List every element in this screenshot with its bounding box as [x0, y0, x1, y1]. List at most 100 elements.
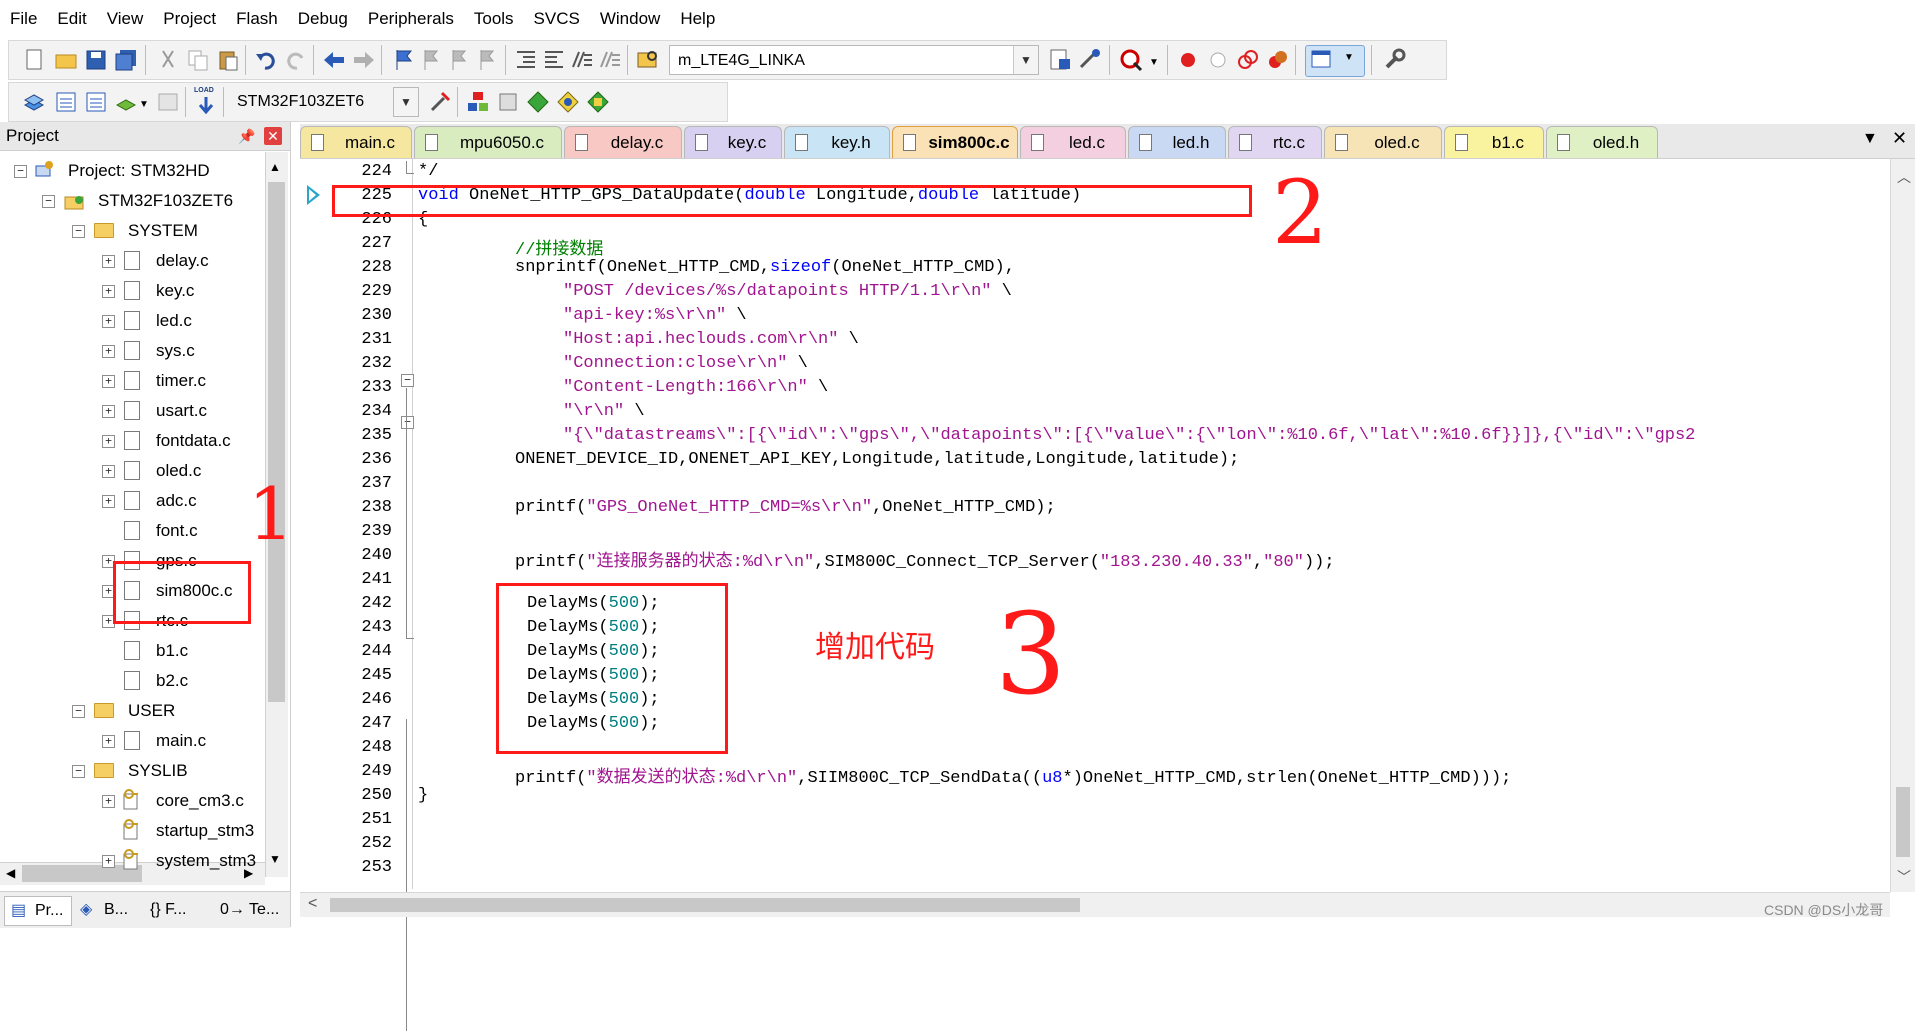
pin-icon[interactable]: 📌: [238, 122, 255, 150]
undo-button[interactable]: [253, 47, 279, 73]
collapse-icon[interactable]: −: [42, 195, 55, 208]
configure-button[interactable]: [1381, 47, 1407, 73]
open-file-button[interactable]: [53, 47, 79, 73]
target-combo[interactable]: m_LTE4G_LINKA ▼: [669, 45, 1039, 75]
scroll-down-icon[interactable]: ▼: [269, 852, 281, 866]
select-packs-button[interactable]: [495, 89, 521, 115]
save-button[interactable]: [83, 47, 109, 73]
breakpoint-insert-button[interactable]: [1175, 47, 1201, 73]
menu-view[interactable]: View: [97, 0, 154, 38]
tab-delay-c[interactable]: delay.c: [564, 126, 682, 158]
breakpoint-kill-all-button[interactable]: [1265, 47, 1291, 73]
tab-b1-c[interactable]: b1.c: [1444, 126, 1544, 158]
expand-icon[interactable]: +: [102, 255, 115, 268]
expand-icon[interactable]: +: [102, 405, 115, 418]
manage-button[interactable]: [1077, 47, 1103, 73]
save-all-button[interactable]: [113, 47, 139, 73]
batch-build-button[interactable]: [113, 89, 139, 115]
translate-button[interactable]: [21, 89, 47, 115]
menu-tools[interactable]: Tools: [464, 0, 524, 38]
copy-button[interactable]: [185, 47, 211, 73]
tab-led-c[interactable]: led.c: [1020, 126, 1126, 158]
scroll-up-icon[interactable]: ︿: [1897, 167, 1911, 187]
tab-books[interactable]: ◈ B...: [76, 896, 142, 924]
bookmark-toggle-button[interactable]: [391, 47, 417, 73]
manage-project-items-button[interactable]: [465, 89, 491, 115]
expand-icon[interactable]: +: [102, 495, 115, 508]
expand-icon[interactable]: +: [102, 465, 115, 478]
editor-vertical-scrollbar[interactable]: ︿ ﹀: [1890, 159, 1915, 892]
pack-installer-button[interactable]: [555, 89, 581, 115]
tab-key-h[interactable]: key.h: [784, 126, 890, 158]
load-button[interactable]: LOAD: [193, 87, 219, 117]
tab-sim800c-c[interactable]: sim800c.c: [892, 126, 1018, 158]
tab-functions[interactable]: {} F...: [148, 896, 214, 924]
tab-mpu6050-c[interactable]: mpu6050.c: [414, 126, 562, 158]
comment-button[interactable]: [569, 47, 595, 73]
options-button[interactable]: [1047, 47, 1073, 73]
nav-forward-button[interactable]: [351, 47, 377, 73]
bookmark-next-button[interactable]: [447, 47, 473, 73]
manage-rte-button[interactable]: [525, 89, 551, 115]
scroll-thumb[interactable]: [1896, 787, 1910, 857]
breakpoint-disable-button[interactable]: [1205, 47, 1231, 73]
collapse-icon[interactable]: −: [72, 705, 85, 718]
menu-project[interactable]: Project: [153, 0, 226, 38]
debug-start-button[interactable]: [1119, 47, 1145, 73]
unindent-button[interactable]: [541, 47, 567, 73]
device-combo[interactable]: STM32F103ZET6 ▼: [229, 87, 419, 117]
tab-main-c[interactable]: main.c: [300, 126, 412, 158]
nav-back-button[interactable]: [321, 47, 347, 73]
scroll-up-icon[interactable]: ▲: [269, 160, 281, 174]
uncomment-button[interactable]: [597, 47, 623, 73]
tab-oled-h[interactable]: oled.h: [1546, 126, 1658, 158]
software-packs-button[interactable]: [585, 89, 611, 115]
menu-help[interactable]: Help: [670, 0, 725, 38]
tab-key-c[interactable]: key.c: [684, 126, 782, 158]
collapse-icon[interactable]: −: [72, 765, 85, 778]
redo-button[interactable]: [283, 47, 309, 73]
expand-icon[interactable]: +: [102, 375, 115, 388]
scroll-left-icon[interactable]: <: [308, 895, 317, 913]
tab-templates[interactable]: 0→ Te...: [218, 896, 288, 924]
fold-marker-icon[interactable]: −: [401, 416, 414, 429]
tab-list-dropdown-icon[interactable]: ▼: [1862, 130, 1878, 148]
expand-icon[interactable]: +: [102, 345, 115, 358]
cut-button[interactable]: [155, 47, 181, 73]
expand-icon[interactable]: +: [102, 795, 115, 808]
fold-marker-icon[interactable]: −: [401, 374, 414, 387]
menu-window[interactable]: Window: [590, 0, 670, 38]
close-icon[interactable]: ✕: [1892, 128, 1907, 149]
new-file-button[interactable]: [21, 47, 47, 73]
scroll-thumb[interactable]: [330, 898, 1080, 912]
menu-file[interactable]: File: [0, 0, 47, 38]
close-icon[interactable]: ✕: [264, 127, 282, 145]
expand-icon[interactable]: +: [102, 435, 115, 448]
tab-led-h[interactable]: led.h: [1128, 126, 1226, 158]
menu-flash[interactable]: Flash: [226, 0, 288, 38]
bookmark-prev-button[interactable]: [419, 47, 445, 73]
collapse-icon[interactable]: −: [72, 225, 85, 238]
menu-peripherals[interactable]: Peripherals: [358, 0, 464, 38]
scroll-thumb[interactable]: [268, 182, 285, 702]
expand-icon[interactable]: +: [102, 855, 115, 868]
collapse-icon[interactable]: −: [14, 165, 27, 178]
editor-horizontal-scrollbar[interactable]: <: [300, 892, 1890, 917]
build-button[interactable]: [53, 89, 79, 115]
rebuild-button[interactable]: [83, 89, 109, 115]
expand-icon[interactable]: +: [102, 735, 115, 748]
expand-icon[interactable]: +: [102, 285, 115, 298]
target-options-button[interactable]: [427, 89, 453, 115]
expand-icon[interactable]: +: [102, 315, 115, 328]
menu-svcs[interactable]: SVCS: [524, 0, 590, 38]
indent-button[interactable]: [513, 47, 539, 73]
chevron-down-icon[interactable]: ▼: [1149, 57, 1159, 68]
window-layout-button[interactable]: ▼: [1305, 45, 1365, 77]
breakpoint-disable-all-button[interactable]: [1235, 47, 1261, 73]
bookmark-clear-button[interactable]: [475, 47, 501, 73]
tab-project[interactable]: ▤ Pr...: [4, 896, 72, 926]
code-editor[interactable]: 224 225 226 227 228 229 230 231 232 233 234 235 236 2…: [300, 159, 1890, 1031]
scroll-down-icon[interactable]: ﹀: [1897, 867, 1911, 887]
scroll-left-icon[interactable]: ◀: [6, 866, 15, 880]
menu-edit[interactable]: Edit: [47, 0, 96, 38]
